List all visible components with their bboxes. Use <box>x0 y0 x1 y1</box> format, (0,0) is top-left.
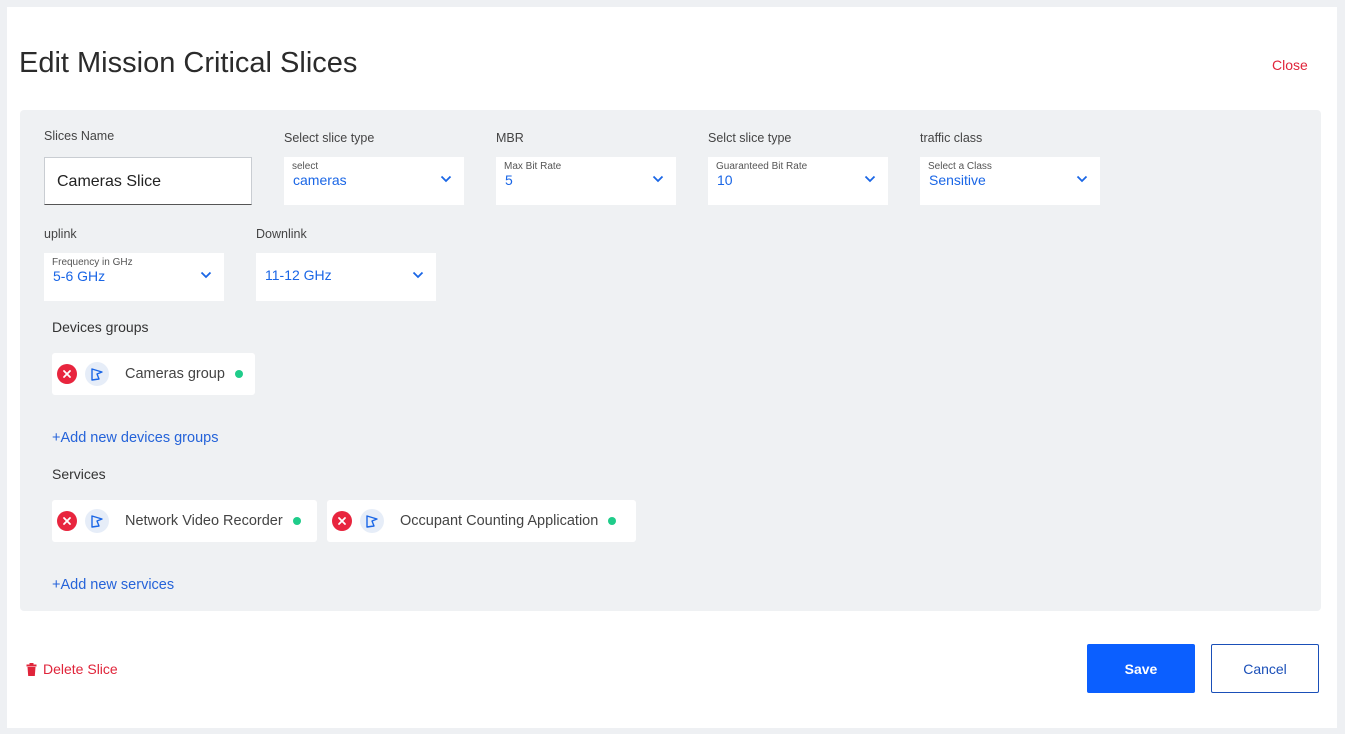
add-device-group-link[interactable]: +Add new devices groups <box>52 430 218 446</box>
gbr-value: 10 <box>717 172 733 188</box>
chevron-down-icon <box>864 175 876 183</box>
uplink-label: uplink <box>44 227 77 241</box>
gbr-hint: Guaranteed Bit Rate <box>716 161 808 172</box>
traffic-class-label: traffic class <box>920 131 983 145</box>
delete-slice-link[interactable]: Delete Slice <box>26 661 118 677</box>
device-group-chip: Cameras group <box>52 353 255 395</box>
downlink-select[interactable]: 11-12 GHz <box>256 253 436 301</box>
mbr-value: 5 <box>505 172 513 188</box>
mbr-label: MBR <box>496 131 524 145</box>
chevron-down-icon <box>200 271 212 279</box>
service-chip: Network Video Recorder <box>52 500 317 542</box>
slice-name-label: Slices Name <box>44 129 115 143</box>
status-dot <box>234 370 243 378</box>
device-group-name: Cameras group <box>125 366 225 382</box>
uplink-select[interactable]: Frequency in GHz 5-6 GHz <box>44 253 224 301</box>
close-link[interactable]: Close <box>1272 57 1308 73</box>
slice-type-select[interactable]: select cameras <box>284 157 464 205</box>
pin-icon[interactable] <box>360 509 384 533</box>
uplink-hint: Frequency in GHz <box>52 257 133 268</box>
chevron-down-icon <box>652 175 664 183</box>
pin-icon[interactable] <box>85 362 109 386</box>
traffic-class-select[interactable]: Select a Class Sensitive <box>920 157 1100 205</box>
service-chip: Occupant Counting Application <box>327 500 636 542</box>
slice-name-value: Cameras Slice <box>57 173 162 190</box>
downlink-value: 11-12 GHz <box>265 267 332 283</box>
slice-type-label: Select slice type <box>284 131 375 145</box>
slice-name-input[interactable]: Cameras Slice <box>44 157 252 205</box>
traffic-class-value: Sensitive <box>929 172 986 188</box>
cancel-button[interactable]: Cancel <box>1211 644 1319 693</box>
slice-type-hint: select <box>292 161 319 172</box>
remove-icon[interactable] <box>57 511 77 531</box>
add-service-link[interactable]: +Add new services <box>52 577 174 593</box>
slice-form-panel: Slices Name Cameras Slice Select slice t… <box>20 110 1321 611</box>
downlink-label: Downlink <box>256 227 307 241</box>
edit-slice-dialog: Edit Mission Critical Slices Close Slice… <box>7 7 1337 728</box>
remove-icon[interactable] <box>57 364 77 384</box>
services-label: Services <box>52 466 106 482</box>
chevron-down-icon <box>440 175 452 183</box>
status-dot <box>608 517 617 525</box>
traffic-class-hint: Select a Class <box>928 161 992 172</box>
device-groups-label: Devices groups <box>52 319 149 335</box>
status-dot <box>292 517 301 525</box>
service-name: Network Video Recorder <box>125 513 283 529</box>
service-name: Occupant Counting Application <box>400 513 599 529</box>
pin-icon[interactable] <box>85 509 109 533</box>
chevron-down-icon <box>1076 175 1088 183</box>
remove-icon[interactable] <box>332 511 352 531</box>
chevron-down-icon <box>412 271 424 279</box>
mbr-select[interactable]: Max Bit Rate 5 <box>496 157 676 205</box>
gbr-label: Selct slice type <box>708 131 792 145</box>
uplink-value: 5-6 GHz <box>53 268 106 284</box>
mbr-hint: Max Bit Rate <box>504 161 562 172</box>
slice-type-value: cameras <box>293 172 347 188</box>
delete-slice-label: Delete Slice <box>43 661 118 677</box>
trash-icon <box>26 662 37 676</box>
gbr-select[interactable]: Guaranteed Bit Rate 10 <box>708 157 888 205</box>
page-title: Edit Mission Critical Slices <box>19 47 358 79</box>
save-button[interactable]: Save <box>1087 644 1195 693</box>
